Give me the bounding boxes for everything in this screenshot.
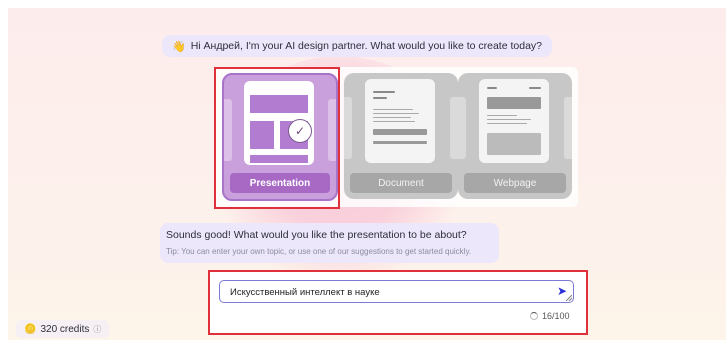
greeting-text: Hi Андрей, I'm your AI design partner. W… — [190, 40, 543, 52]
document-button[interactable]: Document — [350, 173, 452, 193]
topic-input[interactable] — [228, 284, 542, 301]
waving-hand-icon: 👋 — [172, 40, 186, 53]
credits-text: 320 credits — [40, 323, 90, 335]
topic-input-container: ➤ — [219, 280, 574, 303]
character-counter: 16/100 — [530, 311, 570, 321]
progress-ring-icon — [530, 312, 538, 320]
presentation-button[interactable]: Presentation — [230, 173, 330, 193]
prompt-tip: Tip: You can enter your own topic, or us… — [166, 247, 472, 256]
credits-badge[interactable]: 🪙 320 credits ⓘ — [16, 320, 110, 338]
webpage-card[interactable]: Webpage — [458, 73, 572, 199]
info-icon[interactable]: ⓘ — [93, 324, 101, 335]
document-preview — [365, 79, 435, 163]
counter-text: 16/100 — [542, 311, 570, 321]
card-decoration — [450, 97, 458, 159]
prompt-bubble: Sounds good! What would you like the pre… — [160, 223, 499, 263]
card-decoration — [564, 97, 572, 159]
card-decoration — [344, 97, 352, 159]
card-decoration — [458, 97, 466, 159]
checkmark-icon: ✓ — [288, 119, 312, 143]
card-decoration — [224, 99, 232, 161]
presentation-preview: ✓ — [244, 81, 314, 165]
webpage-preview — [479, 79, 549, 163]
presentation-card[interactable]: ✓ Presentation — [222, 73, 338, 201]
resize-handle[interactable] — [566, 295, 572, 301]
card-decoration — [328, 99, 336, 161]
prompt-question: Sounds good! What would you like the pre… — [166, 229, 467, 241]
webpage-button[interactable]: Webpage — [464, 173, 566, 193]
document-card[interactable]: Document — [344, 73, 458, 199]
greeting-bubble: 👋 Hi Андрей, I'm your AI design partner.… — [162, 35, 553, 57]
coins-icon: 🪙 — [24, 323, 37, 335]
